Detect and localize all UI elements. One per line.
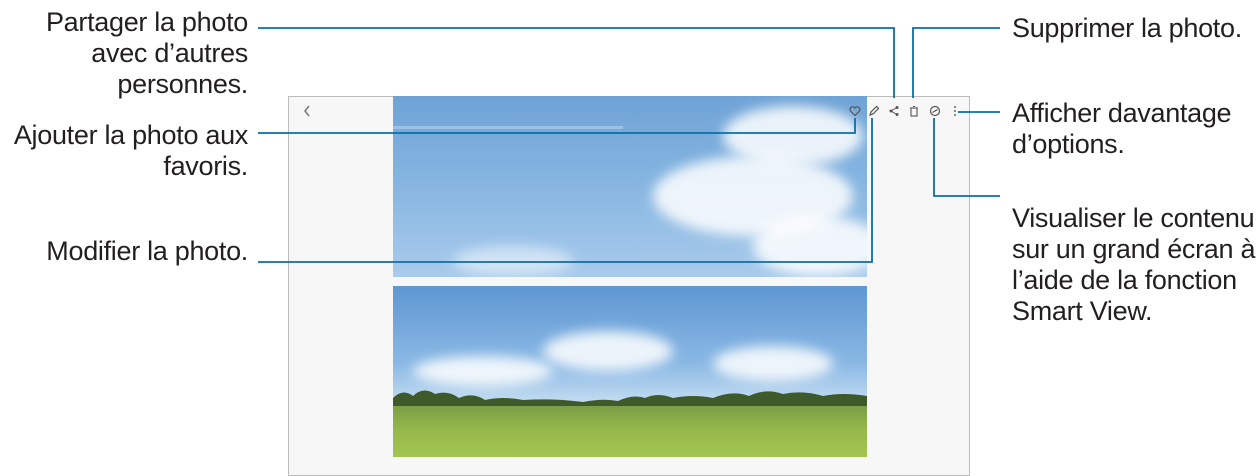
leader-lines bbox=[258, 27, 1000, 263]
